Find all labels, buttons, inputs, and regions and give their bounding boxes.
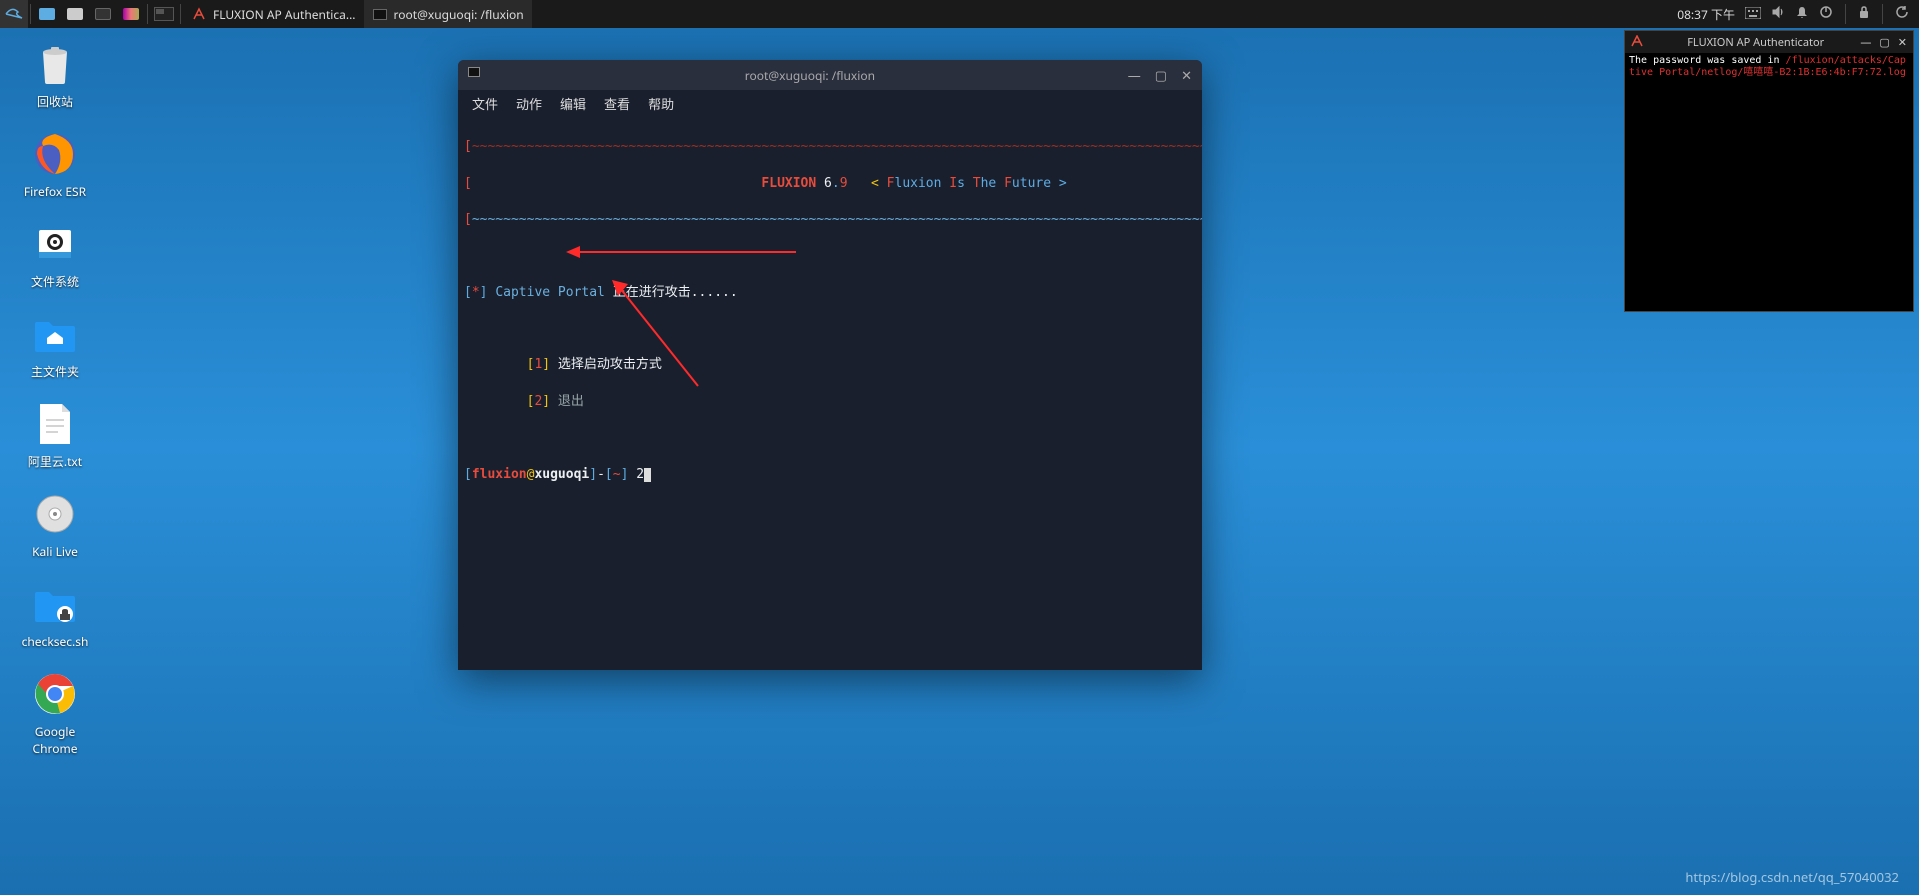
desktop-checksec-label: checksec.sh [22, 633, 89, 650]
prompt-input[interactable]: 2 [636, 467, 644, 482]
desktop-aliyun[interactable]: 阿里云.txt [20, 400, 90, 470]
taskbar-app3-icon[interactable] [89, 0, 117, 28]
keyboard-icon[interactable] [1745, 6, 1761, 23]
menu-action[interactable]: 动作 [516, 94, 542, 113]
menu-file[interactable]: 文件 [472, 94, 498, 113]
auth-minimize-button[interactable]: — [1860, 35, 1871, 50]
auth-window: FLUXION AP Authenticator — ▢ ✕ The passw… [1624, 30, 1914, 312]
refresh-icon[interactable] [1895, 5, 1909, 23]
disc-icon [31, 490, 79, 538]
desktop-filesystem[interactable]: 文件系统 [20, 220, 90, 290]
minimize-button[interactable]: — [1128, 66, 1141, 84]
terminal-task-icon [372, 6, 388, 22]
desktop-firefox[interactable]: Firefox ESR [20, 130, 90, 200]
auth-title-icon [1631, 35, 1645, 49]
task-fluxion-auth[interactable]: FLUXION AP Authentica... [183, 0, 364, 28]
menu-view[interactable]: 查看 [604, 94, 630, 113]
notifications-icon[interactable] [1795, 5, 1809, 23]
terminal-body[interactable]: [~~~~~~~~~~~~~~~~~~~~~~~~~~~~~~~~~~~~~~~… [458, 116, 1202, 670]
opt2: [2] 退出 [464, 393, 1196, 411]
auth-titlebar[interactable]: FLUXION AP Authenticator — ▢ ✕ [1625, 31, 1913, 53]
banner-top: [~~~~~~~~~~~~~~~~~~~~~~~~~~~~~~~~~~~~~~~… [464, 138, 1196, 156]
desktop-icons: 回收站 Firefox ESR 文件系统 主文件夹 阿里云.txt Kali L… [20, 40, 90, 757]
desktop-home-label: 主文件夹 [31, 363, 79, 380]
prompt: [fluxion@xuguoqi]-[~] 2 [464, 466, 1196, 484]
maximize-button[interactable]: ▢ [1155, 66, 1167, 84]
status-line: [*] Captive Portal 正在进行攻击...... [464, 284, 1196, 302]
banner-bot: [~~~~~~~~~~~~~~~~~~~~~~~~~~~~~~~~~~~~~~~… [464, 211, 1196, 229]
taskbar: FLUXION AP Authentica... root@xuguoqi: /… [0, 0, 1919, 28]
auth-maximize-button[interactable]: ▢ [1879, 35, 1889, 50]
terminal-menubar: 文件 动作 编辑 查看 帮助 [458, 90, 1202, 116]
auth-window-buttons: — ▢ ✕ [1860, 35, 1907, 50]
task-fluxion-auth-label: FLUXION AP Authentica... [213, 6, 356, 23]
annotation-arrow-exit [566, 242, 796, 262]
taskbar-app2-icon[interactable] [61, 0, 89, 28]
desktop-kalilive-label: Kali Live [32, 543, 78, 560]
auth-body[interactable]: The password was saved in /fluxion/attac… [1625, 53, 1913, 311]
watermark: https://blog.csdn.net/qq_57040032 [1685, 868, 1899, 886]
desktop-chrome-label: Google Chrome [33, 723, 78, 757]
desktop-home[interactable]: 主文件夹 [20, 310, 90, 380]
menu-help[interactable]: 帮助 [648, 94, 674, 113]
lock-icon[interactable] [1858, 5, 1870, 23]
taskbar-app4-icon[interactable] [117, 0, 145, 28]
filesystem-icon [31, 220, 79, 268]
desktop-kalilive[interactable]: Kali Live [20, 490, 90, 560]
banner-mid: [ FLUXION 6.9 < Fluxion Is The Future > … [464, 175, 1196, 193]
taskbar-right: 08:37 下午 [1677, 4, 1919, 24]
script-file-icon [31, 580, 79, 628]
desktop-trash[interactable]: 回收站 [20, 40, 90, 110]
auth-title: FLUXION AP Authenticator [1651, 35, 1860, 50]
opt1: [1] 选择启动攻击方式 [464, 356, 1196, 374]
workspace-switcher-icon[interactable] [150, 0, 178, 28]
desktop-aliyun-label: 阿里云.txt [28, 453, 82, 470]
fluxion-auth-task-icon [191, 6, 207, 22]
taskbar-left: FLUXION AP Authentica... root@xuguoqi: /… [0, 0, 532, 28]
terminal-window: root@xuguoqi: /fluxion — ▢ ✕ 文件 动作 编辑 查看… [458, 60, 1202, 670]
taskbar-app1-icon[interactable] [33, 0, 61, 28]
auth-close-button[interactable]: ✕ [1898, 35, 1907, 50]
close-button[interactable]: ✕ [1181, 66, 1192, 84]
kali-menu-icon[interactable] [0, 0, 28, 28]
desktop-trash-label: 回收站 [37, 93, 73, 110]
terminal-title-icon [468, 67, 484, 83]
chrome-icon [31, 670, 79, 718]
menu-edit[interactable]: 编辑 [560, 94, 586, 113]
firefox-icon [31, 130, 79, 178]
text-file-icon [31, 400, 79, 448]
desktop-checksec[interactable]: checksec.sh [20, 580, 90, 650]
home-folder-icon [31, 310, 79, 358]
terminal-title: root@xuguoqi: /fluxion [492, 67, 1128, 84]
auth-line-white: The password was saved in [1629, 55, 1786, 66]
desktop-chrome[interactable]: Google Chrome [20, 670, 90, 757]
desktop-firefox-label: Firefox ESR [24, 183, 86, 200]
terminal-window-buttons: — ▢ ✕ [1128, 66, 1192, 84]
desktop-filesystem-label: 文件系统 [31, 273, 79, 290]
trash-icon [31, 40, 79, 88]
cursor [644, 468, 651, 482]
terminal-titlebar[interactable]: root@xuguoqi: /fluxion — ▢ ✕ [458, 60, 1202, 90]
task-terminal-label: root@xuguoqi: /fluxion [394, 6, 524, 23]
task-terminal[interactable]: root@xuguoqi: /fluxion [364, 0, 532, 28]
volume-icon[interactable] [1771, 5, 1785, 23]
power-icon[interactable] [1819, 5, 1833, 23]
clock[interactable]: 08:37 下午 [1677, 6, 1735, 23]
